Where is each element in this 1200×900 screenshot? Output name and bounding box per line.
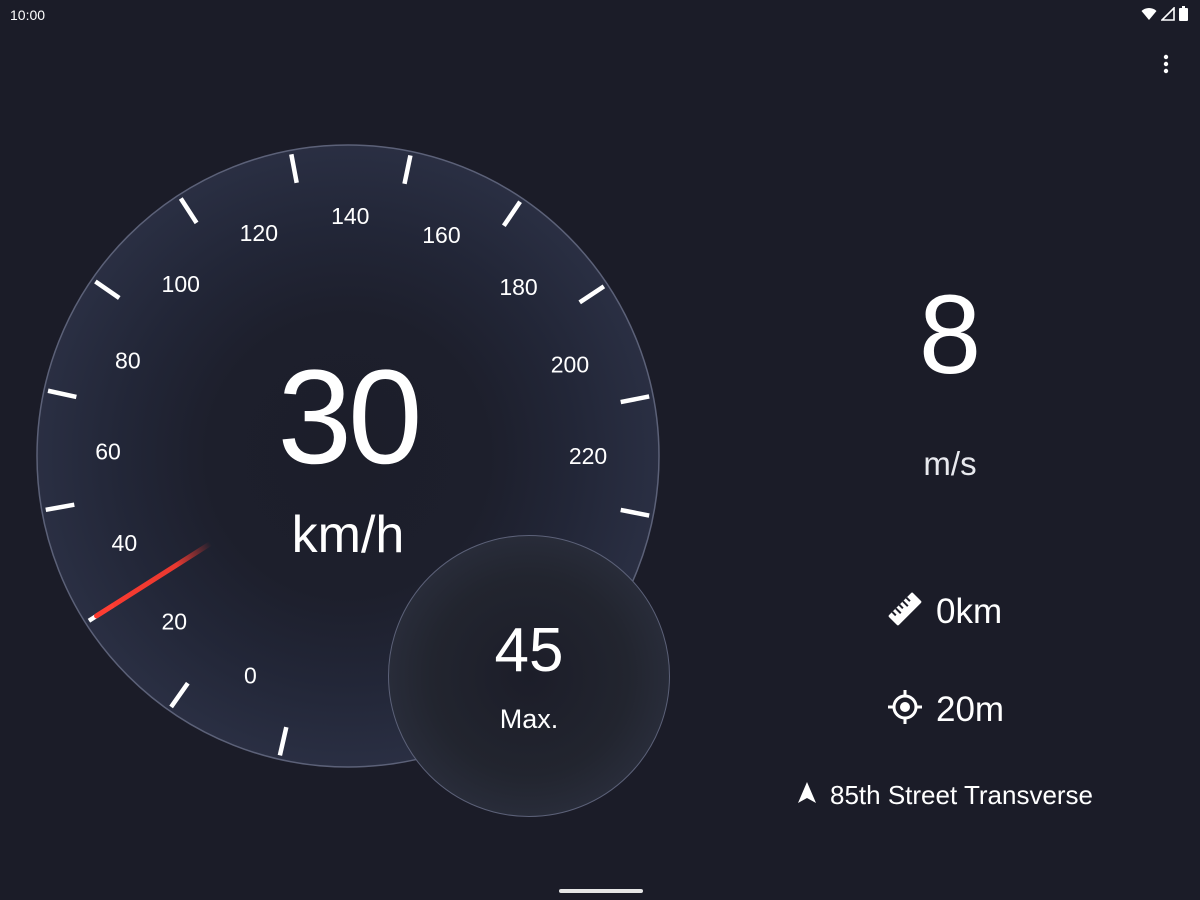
battery-icon	[1179, 6, 1188, 21]
dial-label: 120	[240, 220, 278, 246]
dial-label: 220	[569, 443, 607, 469]
gesture-nav-handle[interactable]	[559, 889, 643, 893]
distance-stat: 0km	[886, 590, 1002, 633]
wifi-icon	[1141, 7, 1157, 21]
status-icons	[1141, 6, 1188, 21]
dial-label: 40	[112, 530, 138, 556]
accuracy-stat: 20m	[886, 688, 1004, 731]
dial-label: 160	[422, 222, 460, 248]
ruler-icon	[886, 590, 924, 633]
max-speed-label: Max.	[499, 704, 559, 734]
speedometer-screen: 10:00 0 20 40 60 80 100 120 140 160 180 …	[0, 0, 1200, 900]
dial-label: 200	[551, 352, 589, 378]
dial-label: 140	[331, 203, 369, 229]
more-options-button[interactable]	[1154, 52, 1178, 80]
dial-label: 60	[95, 438, 121, 464]
speed-ms-unit: m/s	[923, 445, 977, 482]
navigation-arrow-icon	[796, 781, 818, 810]
dial-label: 0	[244, 662, 257, 688]
more-vert-icon	[1163, 54, 1169, 79]
location-stat: 85th Street Transverse	[796, 778, 1093, 812]
speedometer-gauge: 0 20 40 60 80 100 120 140 160 180 200 220 30 km/h 4…	[0, 0, 700, 900]
dial-label: 80	[115, 347, 141, 373]
dial-label: 180	[499, 274, 537, 300]
accuracy-value: 20m	[936, 689, 1005, 729]
speed-ms-value: 8	[918, 272, 982, 397]
current-speed-value: 30	[277, 343, 422, 492]
max-speed-badge[interactable]: 45 Max.	[388, 535, 670, 817]
current-speed-unit: km/h	[291, 506, 405, 564]
max-speed-value: 45	[494, 616, 564, 685]
street-name: 85th Street Transverse	[830, 780, 1094, 810]
gps-crosshair-icon	[886, 688, 924, 731]
dial-label: 20	[162, 609, 188, 635]
dial-label: 100	[162, 271, 200, 297]
cellular-signal-icon	[1161, 6, 1175, 21]
distance-value: 0km	[936, 591, 1003, 631]
